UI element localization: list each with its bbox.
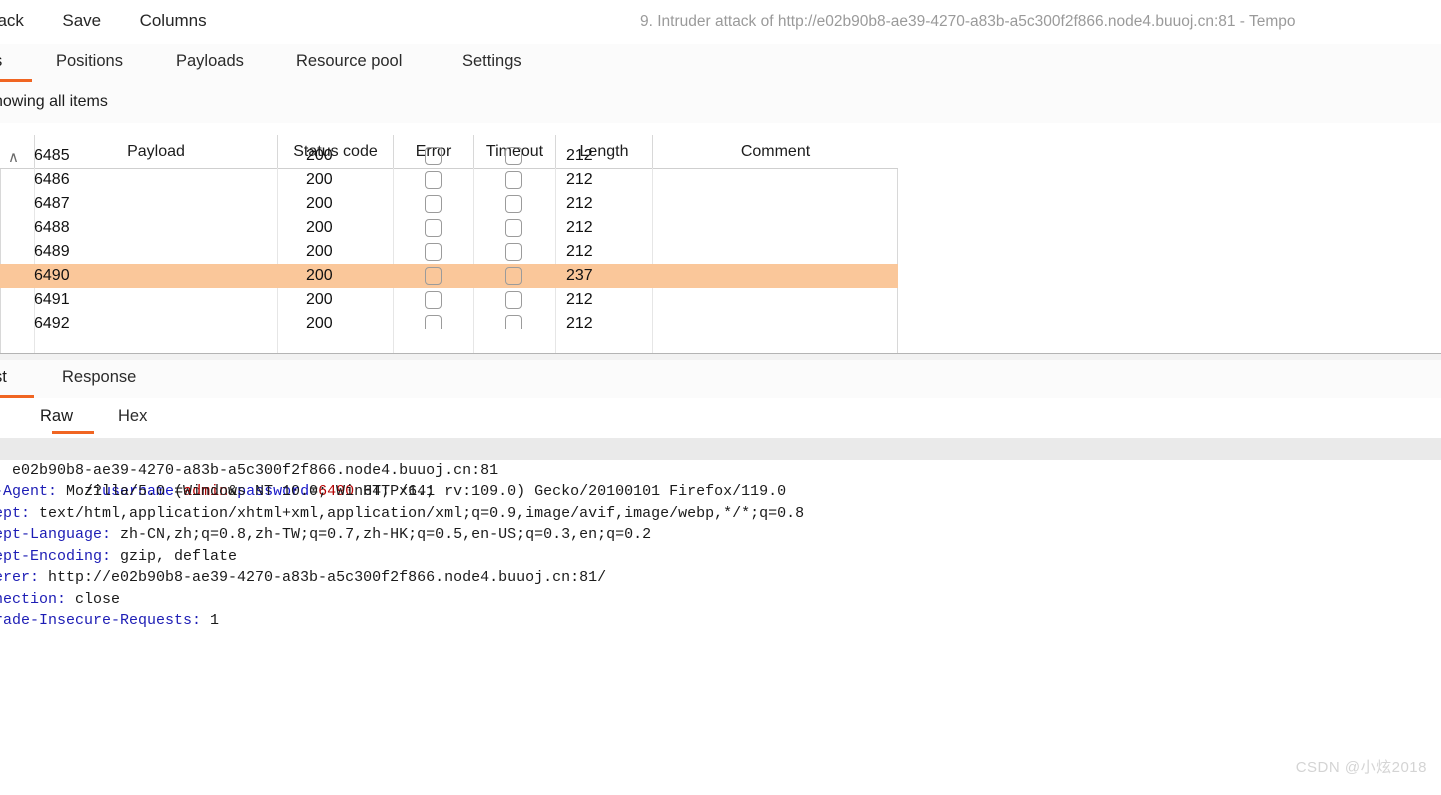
cell-status-code: 200 [306,267,333,284]
request-header-line: rade-Insecure-Requests: 1 [0,610,219,632]
cell-length: 212 [566,243,593,260]
cell-request-number: 6486 [34,171,70,188]
request-header-line: nection: close [0,589,120,611]
request-header-name: -Agent: [0,483,58,500]
cell-status-code: 200 [306,219,333,236]
cell-status-code: 200 [306,147,333,164]
request-header-line: erer: http://e02b90b8-ae39-4270-a83b-a5c… [0,567,606,589]
checkbox-error[interactable] [425,171,442,189]
cell-request-number: 6489 [34,243,70,260]
cell-status-code: 200 [306,171,333,188]
request-header-name: ept: [0,504,31,522]
request-header-line: -Agent: Mozilla/5.0 (Windows NT 10.0; Wi… [0,481,786,503]
results-table: ∧ Payload Status code Error Timeout Leng… [0,123,1441,353]
table-row[interactable]: 6486 200 212 [0,168,898,192]
table-row[interactable]: 6492 200 212 [0,312,898,329]
tab-results[interactable]: s [0,52,2,71]
cell-request-number: 6485 [34,147,70,164]
checkbox-timeout[interactable] [505,147,522,165]
view-tab-active-underline [52,431,94,434]
filter-status-text: howing all items [0,93,108,110]
tab-raw[interactable]: Raw [40,407,73,426]
cell-length: 212 [566,291,593,308]
request-header-value: text/html,application/xhtml+xml,applicat… [30,504,805,522]
filter-bar[interactable]: howing all items [0,82,1441,124]
request-header-name: ept-Language: [0,526,112,543]
request-header-name: erer: [0,569,40,586]
request-line: /?username=admin&password=6490 HTTP/1.1 [0,438,1441,500]
csdn-watermark: CSDN @小炫2018 [1295,759,1427,776]
checkbox-error[interactable] [425,291,442,309]
cell-request-number: 6487 [34,195,70,212]
menu-item-attack[interactable]: ttack [0,11,24,31]
cell-request-number: 6491 [34,291,70,308]
cell-length: 212 [566,171,593,188]
cell-length: 212 [566,219,593,236]
request-header-value: gzip, deflate [111,547,238,565]
request-header-name: nection: [0,590,67,608]
request-header-value: zh-CN,zh;q=0.8,zh-TW;q=0.7,zh-HK;q=0.5,e… [111,526,652,543]
checkbox-error[interactable] [425,267,442,285]
request-header-line: : e02b90b8-ae39-4270-a83b-a5c300f2f866.n… [0,460,498,482]
checkbox-error[interactable] [425,219,442,237]
cell-status-code: 200 [306,315,333,329]
cell-request-number: 6490 [34,267,70,284]
cell-length: 237 [566,267,593,284]
cell-status-code: 200 [306,195,333,212]
checkbox-timeout[interactable] [505,291,522,309]
cell-request-number: 6488 [34,219,70,236]
checkbox-timeout[interactable] [505,195,522,213]
checkbox-error[interactable] [425,315,442,329]
table-row[interactable]: 6490 200 237 [0,264,898,288]
cell-request-number: 6492 [34,315,70,329]
tab-response[interactable]: Response [62,368,136,387]
cell-length: 212 [566,195,593,212]
checkbox-timeout[interactable] [505,171,522,189]
request-header-value: Mozilla/5.0 (Windows NT 10.0; Win64; x64… [57,483,787,500]
tab-settings[interactable]: Settings [462,52,522,71]
request-header-line: ept: text/html,application/xhtml+xml,app… [0,503,804,525]
menu-item-save[interactable]: Save [62,11,101,31]
tab-resource-pool[interactable]: Resource pool [296,52,402,71]
checkbox-error[interactable] [425,243,442,261]
table-row[interactable]: 6489 200 212 [0,240,898,264]
cell-status-code: 200 [306,243,333,260]
table-row[interactable]: 6485 200 212 [0,144,898,168]
checkbox-timeout[interactable] [505,267,522,285]
request-header-line: ept-Language: zh-CN,zh;q=0.8,zh-TW;q=0.7… [0,524,651,546]
request-header-name: ept-Encoding: [0,547,112,565]
checkbox-timeout[interactable] [505,243,522,261]
cell-length: 212 [566,315,593,329]
cell-length: 212 [566,147,593,164]
checkbox-error[interactable] [425,147,442,165]
checkbox-timeout[interactable] [505,315,522,329]
window-title-bar: ttack Save Columns 9. Intruder attack of… [0,0,1441,44]
request-header-value: close [66,590,121,608]
results-table-body[interactable]: 6485 200 212 6486 200 212 6487 200 212 6488 200 212… [0,144,898,329]
intruder-tab-strip: s Positions Payloads Resource pool Setti… [0,44,1441,83]
raw-request-viewer[interactable]: /?username=admin&password=6490 HTTP/1.1 … [0,438,1441,795]
checkbox-timeout[interactable] [505,219,522,237]
request-header-value: http://e02b90b8-ae39-4270-a83b-a5c300f2f… [39,569,607,586]
tab-payloads[interactable]: Payloads [176,52,244,71]
request-header-value: e02b90b8-ae39-4270-a83b-a5c300f2f866.nod… [3,461,499,479]
cell-status-code: 200 [306,291,333,308]
menu-item-columns[interactable]: Columns [140,11,207,31]
request-header-line: ept-Encoding: gzip, deflate [0,546,237,568]
request-header-name: rade-Insecure-Requests: [0,612,202,629]
tab-hex[interactable]: Hex [118,407,147,426]
table-row[interactable]: 6487 200 212 [0,192,898,216]
table-row[interactable]: 6491 200 212 [0,288,898,312]
window-menu-bar: ttack Save Columns [0,11,241,31]
message-tab-strip: st Response [0,360,1441,399]
message-view-tab-strip: Raw Hex [0,398,1441,439]
table-row[interactable]: 6488 200 212 [0,216,898,240]
checkbox-error[interactable] [425,195,442,213]
request-header-value: 1 [201,612,220,629]
tab-positions[interactable]: Positions [56,52,123,71]
window-title: 9. Intruder attack of http://e02b90b8-ae… [640,13,1296,30]
tab-request[interactable]: st [0,368,7,387]
